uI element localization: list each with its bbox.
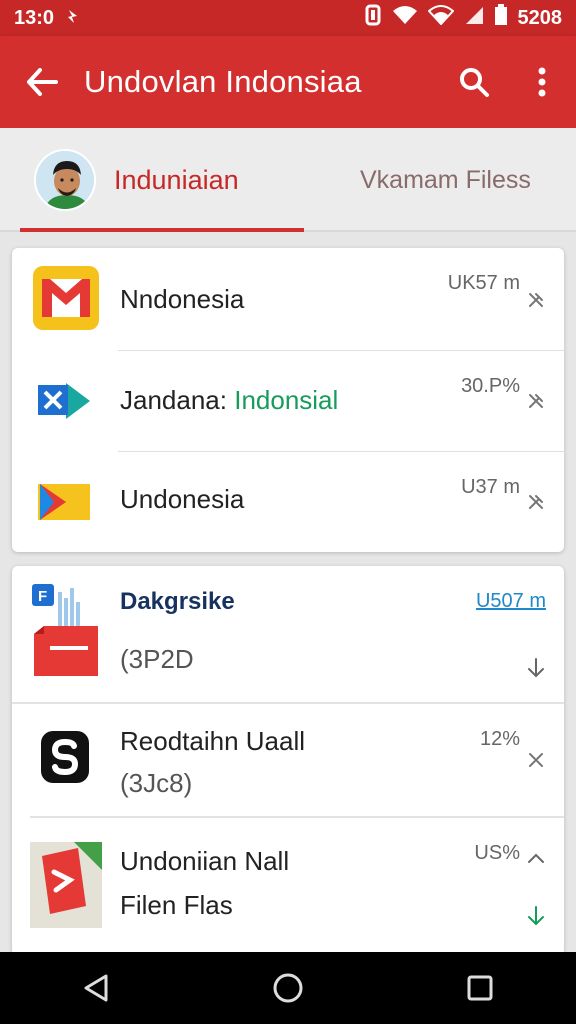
- s-app-icon: [40, 730, 90, 789]
- status-bar: 13:0 5208: [0, 0, 576, 36]
- download-icon[interactable]: [524, 656, 548, 680]
- list-item[interactable]: Undoniian Nall Filen Flas US%: [12, 818, 564, 956]
- search-button[interactable]: [440, 36, 508, 128]
- search-icon: [460, 68, 489, 97]
- pin-icon[interactable]: [524, 288, 548, 312]
- expand-less-icon[interactable]: [524, 846, 548, 870]
- item-name: Reodtaihn Uaall: [120, 726, 306, 756]
- item-progress: 12%: [479, 728, 520, 750]
- app-bar: Undovlan Indonsiaa: [0, 36, 576, 128]
- list-item[interactable]: Undonesia U37 m: [12, 452, 564, 552]
- system-nav-bar: [0, 952, 576, 1024]
- notification-icon: [66, 7, 80, 30]
- item-size: U37 m: [461, 476, 520, 498]
- list-item[interactable]: Nndonesia UK57 m: [12, 248, 564, 350]
- item-sub: Filen Flas: [120, 890, 233, 920]
- cancel-icon[interactable]: [524, 748, 548, 772]
- download-icon[interactable]: [524, 904, 548, 928]
- item-name-highlight: Indonsial: [234, 385, 339, 415]
- avatar: [34, 149, 96, 211]
- tab-secondary-label: Vkamam Filess: [360, 165, 531, 194]
- list-item[interactable]: F Dakgrsike (3P2D U507 m: [12, 566, 564, 702]
- gmail-icon: [32, 265, 100, 336]
- status-battery-text: 5208: [517, 6, 563, 29]
- item-size-link[interactable]: U507 m: [476, 590, 546, 613]
- item-size: UK57 m: [447, 272, 520, 294]
- signal-icon: [464, 5, 484, 31]
- back-button[interactable]: [0, 36, 84, 128]
- tab-files[interactable]: Vkamam Filess: [360, 128, 560, 232]
- item-name: Undoniian Nall: [120, 846, 290, 876]
- downloads-card: F Dakgrsike (3P2D U507 m Reodtaihn Uaall…: [12, 566, 564, 956]
- list-item[interactable]: Jandana: Indonsial 30.P%: [12, 351, 564, 451]
- tab-primary-label: Induniaian: [114, 164, 239, 195]
- item-name: Jandana: Indonsial: [120, 385, 338, 416]
- status-icons: 5208: [364, 4, 563, 32]
- item-name: Undonesia: [120, 484, 245, 514]
- more-vert-icon: [538, 67, 546, 97]
- nav-back-icon: [84, 974, 108, 1002]
- file-app-icon: F: [32, 584, 100, 683]
- play-store-icon: [32, 482, 92, 527]
- nav-home-button[interactable]: [256, 956, 320, 1020]
- tab-induniaian[interactable]: Induniaian: [20, 128, 304, 232]
- nav-recents-icon: [467, 975, 493, 1001]
- pin-icon[interactable]: [524, 490, 548, 514]
- red-app-icon: [30, 842, 102, 933]
- page-title: Undovlan Indonsiaa: [84, 64, 362, 99]
- item-name: Dakgrsike: [120, 588, 235, 615]
- nav-back-button[interactable]: [64, 956, 128, 1020]
- wifi-icon: [392, 5, 418, 31]
- exchange-icon: [32, 381, 92, 426]
- app-list-card: Nndonesia UK57 m Jandana: Indonsial 30.P…: [12, 248, 564, 552]
- wifi-alt-icon: [427, 5, 454, 31]
- status-time: 13:0: [14, 6, 55, 29]
- item-name: Nndonesia: [120, 284, 245, 314]
- item-sub: (3P2D: [120, 644, 194, 674]
- pin-icon[interactable]: [524, 389, 548, 413]
- more-options-button[interactable]: [508, 36, 576, 128]
- arrow-back-icon: [27, 68, 58, 96]
- item-sub: (3Jc8): [120, 768, 193, 798]
- vibrate-icon: [364, 4, 382, 32]
- nav-home-icon: [273, 973, 303, 1003]
- list-item[interactable]: Reodtaihn Uaall (3Jc8) 12%: [12, 704, 564, 816]
- nav-recents-button[interactable]: [448, 956, 512, 1020]
- battery-icon: [494, 4, 508, 32]
- item-progress: US%: [474, 842, 520, 864]
- item-name-prefix: Jandana:: [120, 385, 227, 415]
- item-progress: 30.P%: [461, 375, 520, 397]
- tab-indicator: [20, 228, 304, 232]
- badge-letter: F: [38, 588, 47, 605]
- tab-bar: Induniaian Vkamam Filess: [0, 128, 576, 232]
